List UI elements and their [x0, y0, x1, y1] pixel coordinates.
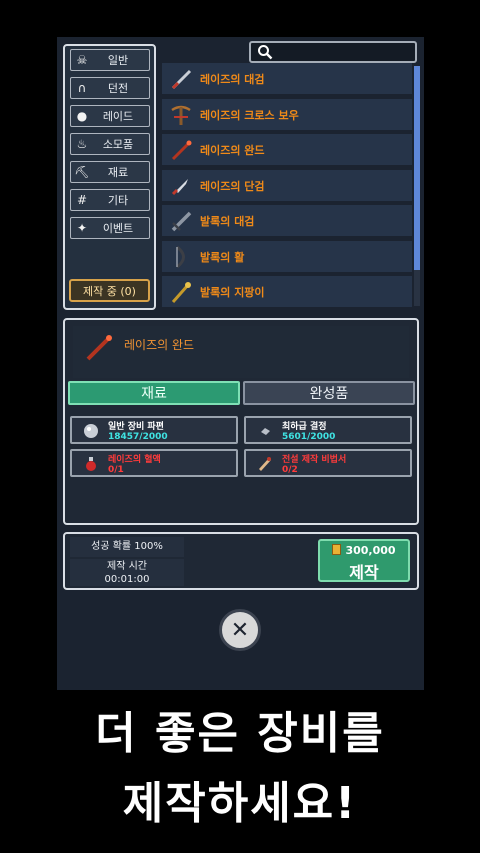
item-name: 발록의 지팡이 [200, 285, 265, 299]
category-raid[interactable]: ● 레이드 [70, 105, 150, 127]
greatsword-icon [162, 208, 200, 234]
material-slot[interactable]: 전설 제작 비법서 0/2 [244, 449, 412, 477]
recipe-scroll-icon [256, 455, 274, 477]
skull-icon: ● [76, 109, 88, 123]
wand-icon [82, 330, 116, 368]
craft-button[interactable]: 300,000 제작 [318, 539, 410, 582]
magnet-icon: ∩ [77, 81, 87, 95]
category-misc[interactable]: # 기타 [70, 189, 150, 211]
close-button[interactable]: ✕ [219, 609, 261, 651]
material-slot[interactable]: 최하급 결정 5601/2000 [244, 416, 412, 444]
list-item[interactable]: 레이즈의 크로스 보우 [162, 99, 412, 130]
tab-finished[interactable]: 완성품 [243, 381, 415, 405]
staff-icon [162, 279, 200, 305]
item-name: 레이즈의 대검 [200, 72, 265, 86]
caption-line-1: 더 좋은 장비를 [95, 708, 385, 759]
item-name: 레이즈의 크로스 보우 [200, 108, 299, 122]
hash-icon: # [76, 193, 88, 207]
selected-item-name: 레이즈의 완드 [124, 338, 195, 352]
blood-vial-icon [82, 455, 100, 477]
item-name: 레이즈의 완드 [200, 143, 265, 157]
scrollbar-thumb[interactable] [414, 66, 420, 270]
list-item[interactable]: 발록의 대검 [162, 205, 412, 236]
crossbow-icon [162, 102, 200, 128]
bow-icon [162, 244, 200, 270]
craft-cost: 300,000 [345, 544, 396, 557]
orb-icon [82, 422, 100, 444]
gold-coin-icon [332, 544, 342, 555]
skull-crossbones-icon: ☠ [76, 53, 88, 67]
success-rate: 성공 확률 100% [70, 537, 184, 557]
search-icon [257, 44, 273, 64]
pickaxe-icon: ⛏ [74, 165, 90, 179]
item-name: 발록의 대검 [200, 214, 255, 228]
item-name: 발록의 활 [200, 250, 245, 264]
category-event[interactable]: ✦ 이벤트 [70, 217, 150, 239]
greatsword-icon [162, 66, 200, 92]
category-materials[interactable]: ⛏ 재료 [70, 161, 150, 183]
list-item[interactable]: 발록의 활 [162, 241, 412, 272]
list-item[interactable]: 발록의 지팡이 [162, 276, 412, 307]
category-dungeon[interactable]: ∩ 던전 [70, 77, 150, 99]
wand-icon [162, 137, 200, 163]
craft-button-label: 제작 [349, 563, 379, 582]
potion-icon: ♨ [76, 137, 88, 151]
crystal-icon [256, 422, 274, 444]
category-consumables[interactable]: ♨ 소모품 [70, 133, 150, 155]
material-slot[interactable]: 레이즈의 혈액 0/1 [70, 449, 238, 477]
caption-line-2: 제작하세요! [122, 778, 358, 829]
list-item[interactable]: 레이즈의 단검 [162, 170, 412, 201]
search-input[interactable] [249, 41, 417, 63]
party-popper-icon: ✦ [76, 221, 88, 235]
list-item[interactable]: 레이즈의 대검 [162, 63, 412, 94]
material-slot[interactable]: 일반 장비 파편 18457/2000 [70, 416, 238, 444]
craft-time: 제작 시간 00:01:00 [70, 559, 184, 586]
crafting-queue-button[interactable]: 제작 중 (0) [69, 279, 150, 302]
tab-materials[interactable]: 재료 [68, 381, 240, 405]
close-icon: ✕ [230, 617, 250, 643]
category-general[interactable]: ☠ 일반 [70, 49, 150, 71]
item-name: 레이즈의 단검 [200, 179, 265, 193]
list-item[interactable]: 레이즈의 완드 [162, 134, 412, 165]
dagger-icon [162, 173, 200, 199]
